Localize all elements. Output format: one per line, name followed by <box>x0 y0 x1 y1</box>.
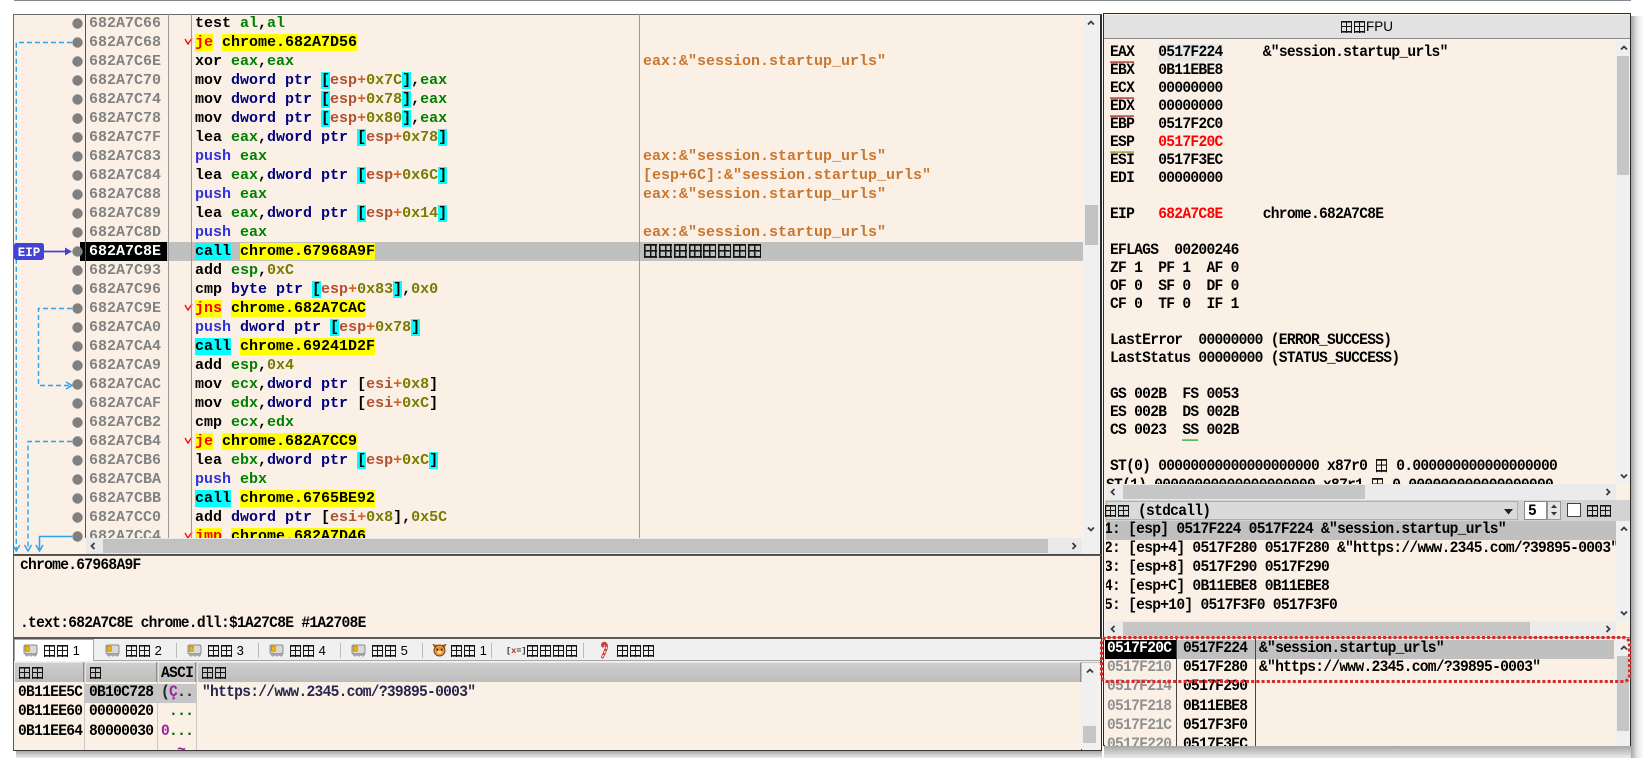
svg-text:EIP: EIP <box>18 246 41 260</box>
